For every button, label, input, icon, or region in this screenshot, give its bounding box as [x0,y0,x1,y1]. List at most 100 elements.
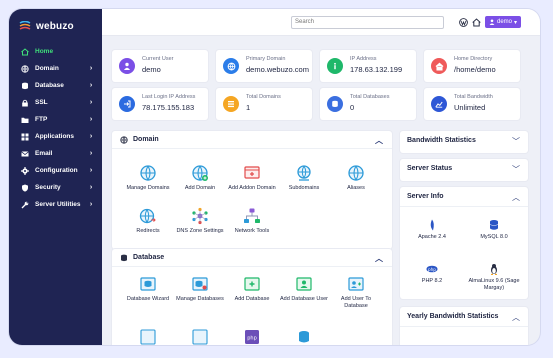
apps-icon [21,133,29,141]
info-icon [327,58,343,74]
stat-value: demo [142,65,161,74]
stat-value: Unlimited [454,103,486,112]
tile-label: Add User To Database [340,296,372,309]
stat-total-databases: Total Databases 0 [320,88,416,120]
home-icon[interactable] [472,18,481,27]
server-info-card: Server Info ︿ Apache 2.4 MySQL 8.0 php P… [400,187,528,299]
apache-icon [430,219,434,231]
sidebar-item-ssl[interactable]: SSL › [9,94,102,111]
sidebar: webuzo Home Domain › Database › SSL › FT… [9,9,102,345]
php-icon[interactable]: php [244,329,260,345]
sidebar-item-server-utilities[interactable]: Server Utilities › [9,196,102,213]
database-tool-icon[interactable] [140,329,156,345]
chevron-down-icon[interactable]: ﹀ [512,164,520,175]
chevron-up-icon[interactable]: ︿ [512,192,520,203]
globe-icon [120,135,128,144]
chevron-down-icon: ▾ [514,19,518,26]
tile-network-tools[interactable]: Network Tools [226,207,278,235]
sidebar-item-ftp[interactable]: FTP › [9,111,102,128]
database-icon [327,96,343,112]
server-status-card[interactable]: Server Status ﹀ [400,159,528,181]
database-tool-icon[interactable] [296,329,312,345]
stat-label: Total Domains [246,94,281,100]
tile-manage-domains[interactable]: Manage Domains [122,164,174,192]
database-user-icon [296,277,312,291]
sidebar-item-label: Database [35,82,64,89]
globe-redirect-icon [139,208,156,224]
domain-panel-header[interactable]: Domain ︿ [112,131,392,149]
network-icon [244,208,260,223]
database-manage-icon [192,277,208,291]
tile-label: Manage Databases [176,296,224,302]
tile-add-user-to-database[interactable]: Add User To Database [330,275,382,310]
service-mysql: MySQL 8.0 [464,219,524,241]
mysql-icon [489,220,499,230]
user-icon [489,19,495,25]
database-panel: Database ︿ Database Wizard Manage Databa… [112,249,392,345]
list-icon [223,96,239,112]
sidebar-item-domain[interactable]: Domain › [9,60,102,77]
chevron-up-icon[interactable]: ︿ [375,135,383,146]
search-input[interactable]: Search [291,16,444,29]
tile-add-database-user[interactable]: Add Database User [278,275,330,303]
database-icon [21,82,29,90]
sidebar-item-applications[interactable]: Applications › [9,128,102,145]
globe-icon [21,64,29,73]
stat-home-directory: Home Directory /home/demo [424,50,520,82]
login-icon [119,96,135,112]
tile-label: Add Addon Domain [228,185,276,191]
home-icon [431,58,447,74]
sidebar-item-email[interactable]: Email › [9,145,102,162]
sidebar-item-label: Security [35,184,61,191]
svg-text:php: php [247,336,257,342]
sidebar-item-label: Email [35,150,53,157]
tile-label: Redirects [136,228,160,234]
sidebar-item-home[interactable]: Home [9,43,102,60]
sidebar-item-label: Configuration [35,167,78,174]
wordpress-icon[interactable] [459,18,468,27]
service-os: AlmaLinux 9.6 (Sage Margay) [464,263,524,292]
sidebar-item-security[interactable]: Security › [9,179,102,196]
chevron-down-icon[interactable]: ﹀ [512,136,520,147]
webuzo-logo-icon [19,21,31,30]
tile-redirects[interactable]: Redirects [122,207,174,235]
tile-add-domain[interactable]: Add Domain [174,164,226,192]
dns-icon [192,207,208,225]
logo[interactable]: webuzo [19,21,74,32]
stat-label: IP Address [350,56,377,62]
sidebar-item-configuration[interactable]: Configuration › [9,162,102,179]
tile-database-wizard[interactable]: Database Wizard [122,275,174,303]
card-title: Server Status [407,165,453,172]
envelope-icon [21,150,29,158]
chevron-up-icon[interactable]: ︿ [512,312,520,323]
lock-icon [21,99,29,107]
chevron-right-icon: › [89,201,93,208]
tile-add-addon-domain[interactable]: Add Addon Domain [226,164,278,192]
database-panel-header[interactable]: Database ︿ [112,249,392,267]
card-title: Yearly Bandwidth Statistics [407,313,499,320]
tile-manage-databases[interactable]: Manage Databases [174,275,226,303]
tile-dns-zone-settings[interactable]: DNS Zone Settings [174,207,226,235]
stat-total-bandwidth: Total Bandwidth Unlimited [424,88,520,120]
sidebar-item-label: Server Utilities [35,201,81,208]
linux-icon [491,264,497,275]
sidebar-item-database[interactable]: Database › [9,77,102,94]
divider [400,206,528,207]
stat-label: Total Databases [350,94,390,100]
database-tool-icon[interactable] [192,329,208,345]
tile-label: Network Tools [234,228,270,234]
chevron-right-icon: › [89,116,93,123]
database-wizard-icon [140,277,156,291]
stat-value: 1 [246,103,251,112]
chevron-right-icon: › [89,184,93,191]
tile-subdomains[interactable]: Subdomains [278,164,330,192]
chevron-up-icon[interactable]: ︿ [375,253,383,264]
database-panel-title: Database [133,254,165,261]
stat-primary-domain: Primary Domain demo.webuzo.com [216,50,312,82]
tile-aliases[interactable]: Aliases [330,164,382,192]
tile-add-database[interactable]: Add Database [226,275,278,303]
sidebar-item-label: Home [35,48,54,55]
user-menu-button[interactable]: demo ▾ [485,16,521,28]
sidebar-nav: Home Domain › Database › SSL › FTP › App… [9,43,102,213]
bandwidth-statistics-card[interactable]: Bandwidth Statistics ﹀ [400,131,528,153]
